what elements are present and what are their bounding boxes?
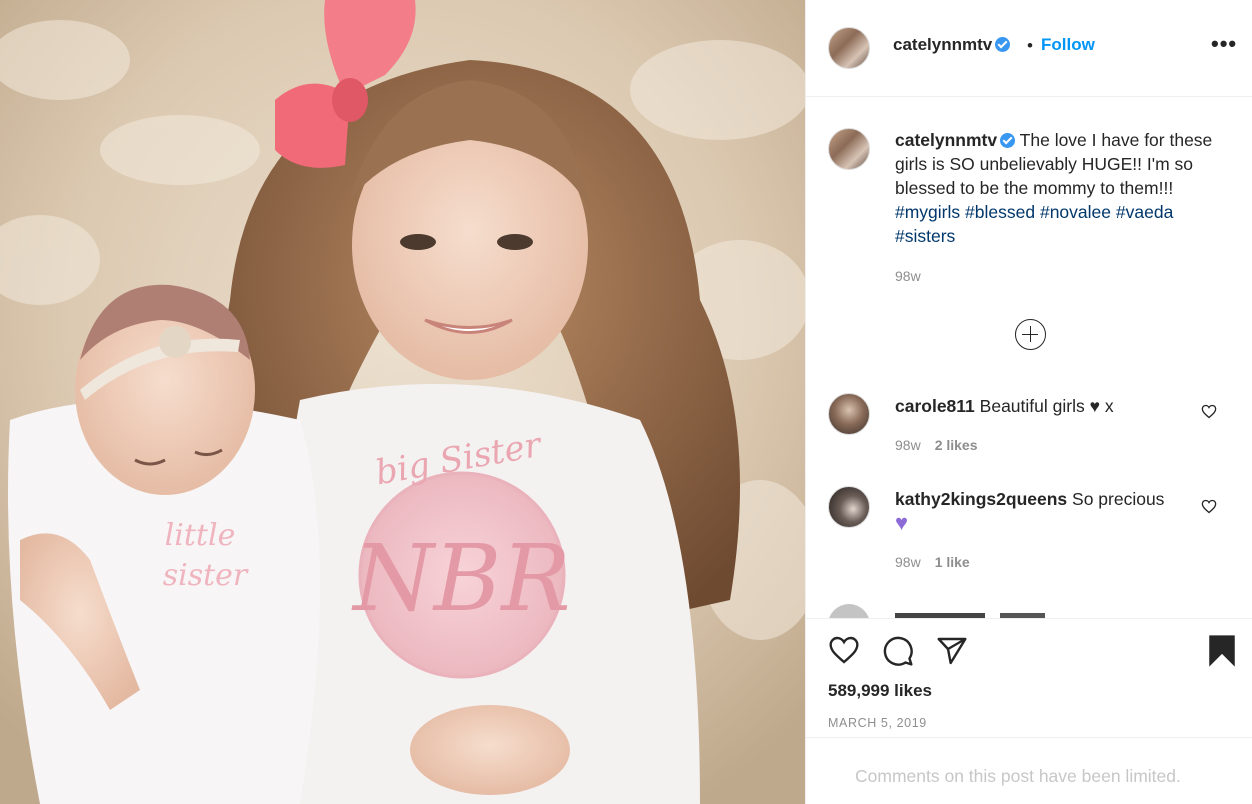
- caption-username[interactable]: catelynnmtv: [895, 130, 997, 150]
- purple-heart-emoji: ♥: [895, 510, 909, 535]
- black-heart-emoji: ♥: [1089, 396, 1100, 416]
- monogram-text: NBR: [351, 525, 570, 632]
- follow-button[interactable]: Follow: [1041, 35, 1095, 55]
- comment-username[interactable]: kathy2kings2queens: [895, 489, 1067, 509]
- comments-list[interactable]: catelynnmtv The love I have for these gi…: [806, 97, 1252, 618]
- header-separator: •: [1027, 36, 1033, 55]
- partially-visible-comment: [828, 604, 1088, 618]
- hashtag[interactable]: #vaeda: [1116, 202, 1173, 222]
- heart-icon[interactable]: [828, 635, 860, 665]
- hashtag[interactable]: #sisters: [895, 226, 955, 246]
- comment-username[interactable]: carole811: [895, 396, 975, 416]
- caption-time[interactable]: 98w: [895, 268, 921, 284]
- comment-like-heart-icon[interactable]: [1201, 404, 1217, 419]
- comments-limited-notice: Comments on this post have been limited.: [855, 766, 1181, 786]
- more-options-icon[interactable]: •••: [1211, 31, 1237, 57]
- post-header: catelynnmtv • Follow •••: [806, 0, 1252, 97]
- commenter-avatar[interactable]: [828, 393, 870, 435]
- post-actions: 589,999 likes MARCH 5, 2019: [806, 618, 1252, 737]
- bookmark-icon[interactable]: [1207, 634, 1237, 668]
- comment-like-heart-icon[interactable]: [1201, 499, 1217, 514]
- comment: carole811 Beautiful girls ♥ x: [895, 394, 1225, 418]
- author-username-row[interactable]: catelynnmtv: [893, 35, 1011, 55]
- post-date[interactable]: MARCH 5, 2019: [828, 716, 927, 730]
- comment-icon[interactable]: [882, 635, 914, 667]
- author-username[interactable]: catelynnmtv: [893, 35, 992, 54]
- little-text: little: [165, 518, 236, 553]
- commenter-avatar[interactable]: [828, 604, 870, 618]
- post-photo: NBR big Sister little sister: [0, 0, 805, 804]
- photo-illustration: NBR big Sister little sister: [0, 0, 805, 804]
- share-icon[interactable]: [936, 635, 968, 667]
- comment-suffix: x: [1099, 396, 1114, 416]
- comment-meta: 98w 2 likes: [895, 437, 978, 453]
- caption-avatar[interactable]: [828, 128, 870, 170]
- likes-count[interactable]: 589,999 likes: [828, 681, 932, 701]
- commenter-avatar[interactable]: [828, 486, 870, 528]
- verified-badge-icon: [1000, 133, 1016, 148]
- comment-time[interactable]: 98w: [895, 437, 921, 453]
- comment-time[interactable]: 98w: [895, 554, 921, 570]
- post-side-panel: catelynnmtv • Follow ••• catelynnmtv The…: [805, 0, 1252, 804]
- author-avatar[interactable]: [828, 27, 870, 69]
- comments-limited-bar: Comments on this post have been limited.: [806, 737, 1252, 804]
- comment: kathy2kings2queens So precious ♥: [895, 487, 1225, 536]
- verified-badge-icon: [995, 37, 1011, 52]
- hashtag[interactable]: #mygirls: [895, 202, 960, 222]
- comment-meta: 98w 1 like: [895, 554, 970, 570]
- comment-likes[interactable]: 2 likes: [935, 437, 978, 453]
- hashtag[interactable]: #novalee: [1040, 202, 1111, 222]
- comment-likes[interactable]: 1 like: [935, 554, 970, 570]
- sister-text: sister: [163, 558, 249, 593]
- comment-text: Beautiful girls: [974, 396, 1090, 416]
- comment-text: So precious: [1067, 489, 1165, 509]
- add-comment-icon[interactable]: [1015, 319, 1046, 350]
- hashtag[interactable]: #blessed: [965, 202, 1035, 222]
- caption: catelynnmtv The love I have for these gi…: [895, 128, 1225, 248]
